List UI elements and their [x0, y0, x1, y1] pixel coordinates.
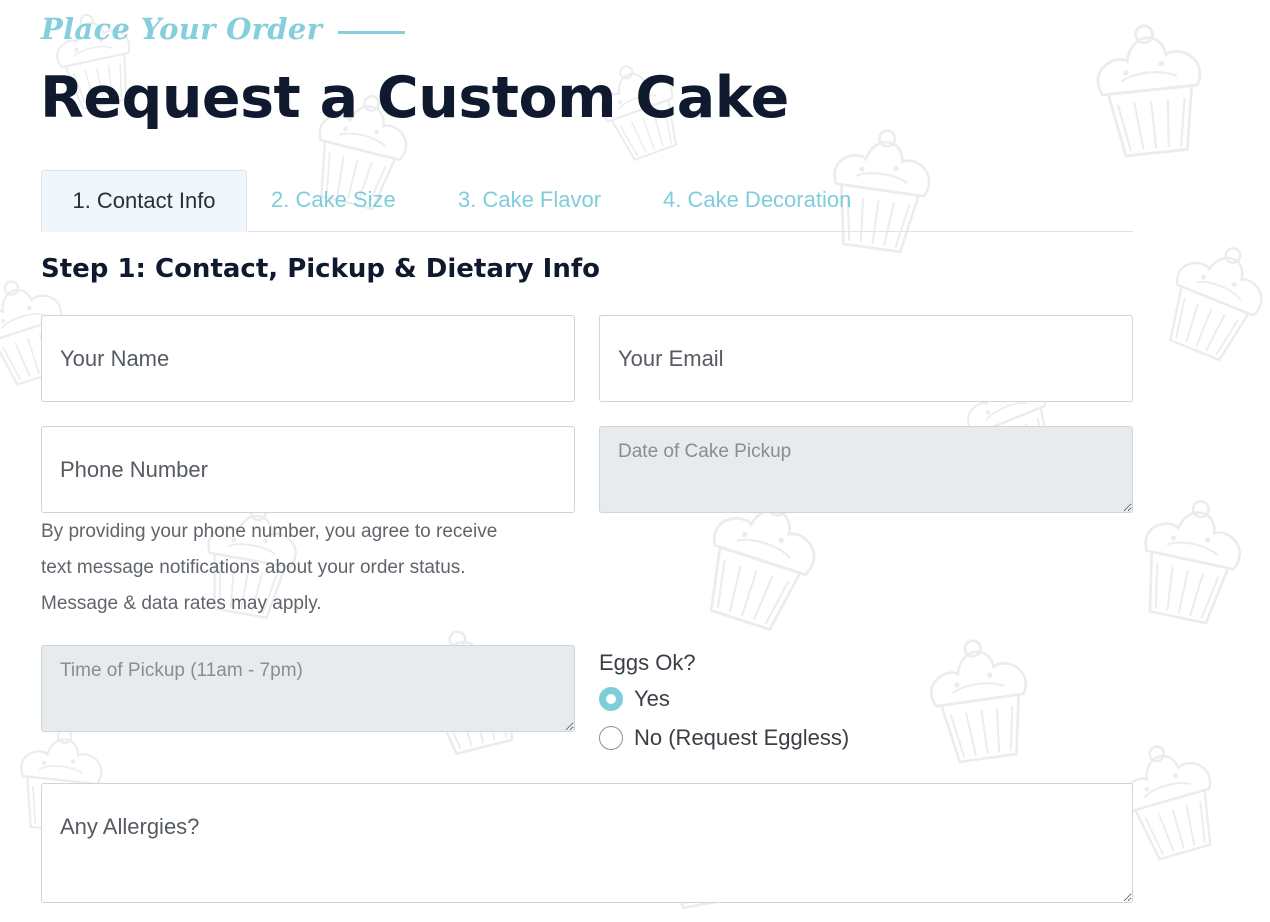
section-eyebrow: Place Your Order — [41, 12, 406, 46]
radio-unchecked-icon[interactable] — [599, 726, 623, 750]
eggs-question-label: Eggs Ok? — [599, 650, 696, 675]
tab-cake-decoration[interactable]: 4. Cake Decoration — [663, 170, 851, 230]
allergies-textarea[interactable] — [41, 783, 1133, 903]
phone-input[interactable] — [41, 426, 575, 513]
eggs-no-label[interactable]: No (Request Eggless) — [634, 724, 849, 752]
phone-consent-line: By providing your phone number, you agre… — [41, 521, 498, 542]
eggs-yes-label[interactable]: Yes — [634, 685, 670, 713]
order-steps-tabs: 1. Contact Info 2. Cake Size 3. Cake Fla… — [41, 170, 1133, 232]
eyebrow-underline — [338, 30, 406, 34]
phone-consent-line: text message notifications about your or… — [41, 557, 466, 578]
phone-consent-line: Message & data rates may apply. — [41, 593, 322, 614]
tab-cake-flavor[interactable]: 3. Cake Flavor — [458, 170, 601, 230]
phone-consent-notice: By providing your phone number, you agre… — [41, 514, 581, 622]
step-title: Step 1: Contact, Pickup & Dietary Info — [41, 254, 601, 284]
name-input[interactable] — [41, 315, 575, 402]
pickup-date-input[interactable] — [599, 426, 1133, 513]
eyebrow-text: Place Your Order — [41, 12, 323, 46]
eggs-no-option[interactable]: No (Request Eggless) — [599, 724, 849, 752]
radio-checked-icon[interactable] — [599, 687, 623, 711]
order-form-page: Place Your Order Request a Custom Cake 1… — [0, 0, 1270, 922]
eggs-yes-option[interactable]: Yes — [599, 685, 670, 713]
pickup-time-input[interactable] — [41, 645, 575, 732]
email-input[interactable] — [599, 315, 1133, 402]
page-title: Request a Custom Cake — [40, 65, 789, 131]
tab-contact-info[interactable]: 1. Contact Info — [41, 170, 247, 232]
tab-cake-size[interactable]: 2. Cake Size — [271, 170, 396, 230]
